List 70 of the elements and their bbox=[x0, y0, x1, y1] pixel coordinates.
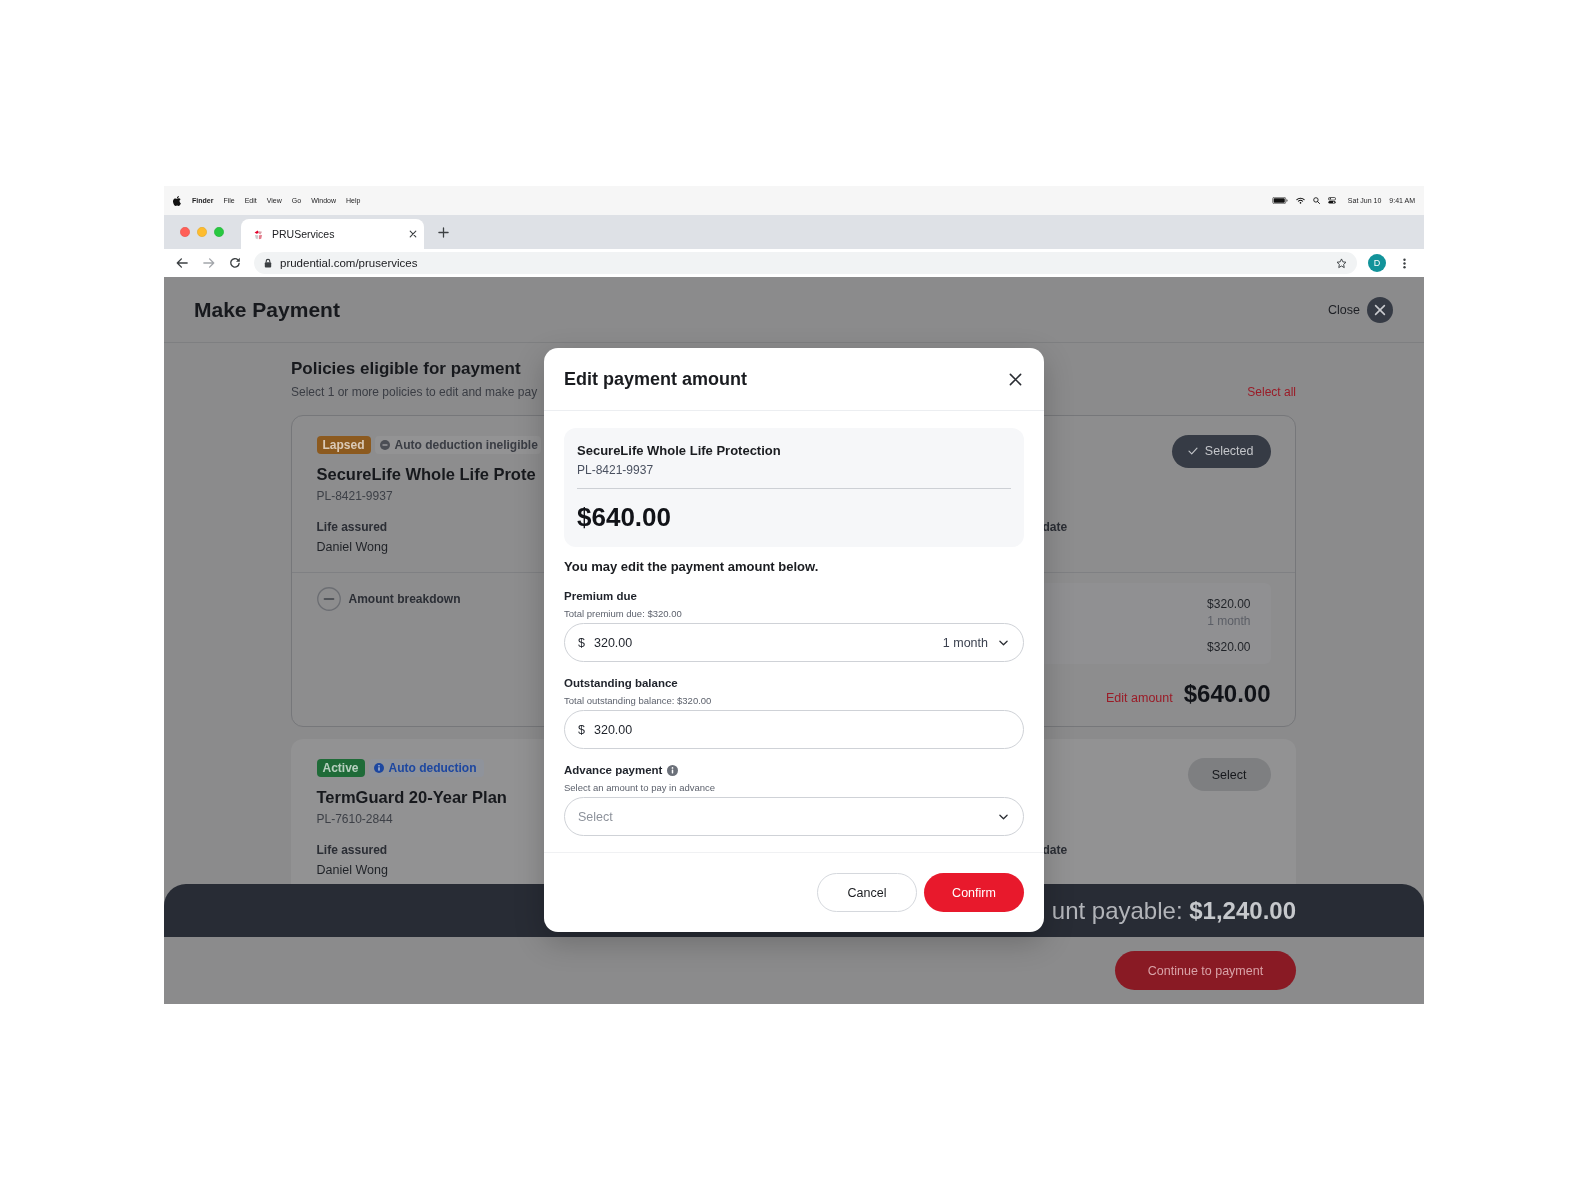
section-subtitle: Select 1 or more policies to edit and make pay bbox=[291, 384, 538, 400]
field-label: date bbox=[1042, 518, 1068, 535]
policy-number: PL-7610-2844 bbox=[316, 811, 393, 827]
search-icon[interactable] bbox=[1312, 197, 1320, 204]
deduction-label: Auto deduction bbox=[388, 761, 477, 775]
field-label: date bbox=[1042, 842, 1068, 858]
field-label: Advance payment bbox=[564, 762, 663, 778]
battery-icon[interactable] bbox=[1271, 197, 1288, 204]
policy-title: TermGuard 20-Year Plan bbox=[316, 787, 507, 808]
back-arrow-icon[interactable] bbox=[176, 257, 188, 269]
amount-input[interactable]: 320.00 bbox=[594, 722, 661, 737]
lock-icon bbox=[264, 258, 272, 268]
apple-icon[interactable] bbox=[173, 195, 181, 206]
field-value: Daniel Wong bbox=[316, 538, 388, 555]
field-label: Outstanding balance bbox=[564, 675, 678, 691]
minus-circle-icon bbox=[379, 439, 390, 450]
close-icon bbox=[1008, 372, 1022, 386]
dropdown-input[interactable]: Select bbox=[578, 809, 645, 824]
plus-icon[interactable] bbox=[438, 226, 449, 238]
breakdown-amount: $320.00 bbox=[1207, 638, 1251, 656]
payment-amount: $640.00 bbox=[577, 502, 671, 532]
policy-total: $640.00 bbox=[1183, 678, 1271, 709]
policy-title: SecureLife Whole Life Protection bbox=[577, 442, 781, 459]
status-badge: Active bbox=[316, 759, 365, 777]
reload-icon[interactable] bbox=[229, 257, 241, 269]
amount-input[interactable]: 320.00 bbox=[594, 635, 661, 650]
favicon-icon bbox=[253, 228, 264, 240]
breakdown-toggle[interactable]: Amount breakdown bbox=[316, 586, 461, 611]
info-icon bbox=[373, 763, 384, 773]
policy-number: PL-8421-9937 bbox=[577, 462, 654, 478]
toggles-icon[interactable] bbox=[1327, 197, 1336, 204]
close-button[interactable]: Close bbox=[1328, 296, 1393, 323]
info-icon[interactable] bbox=[667, 764, 679, 776]
star-icon[interactable] bbox=[1336, 257, 1347, 269]
currency-symbol: $ bbox=[578, 722, 586, 737]
total-payable: unt payable: $1,240.00 bbox=[1051, 896, 1296, 925]
section-title: Policies eligible for payment bbox=[291, 358, 521, 380]
currency-symbol: $ bbox=[578, 635, 586, 650]
close-icon[interactable] bbox=[1367, 296, 1393, 323]
select-button[interactable]: Select bbox=[1187, 758, 1271, 791]
browser-tab[interactable]: PRUServices bbox=[241, 219, 424, 249]
field-value: Daniel Wong bbox=[316, 862, 388, 878]
field-label: Life assured bbox=[316, 842, 388, 858]
page-title: Make Payment bbox=[194, 297, 340, 322]
policy-number: PL-8421-9937 bbox=[316, 487, 393, 504]
field-hint: Total outstanding balance: $320.00 bbox=[564, 693, 712, 707]
deduction-label: Auto deduction ineligible bbox=[394, 437, 538, 452]
chevron-down-icon bbox=[999, 639, 1008, 646]
close-button[interactable] bbox=[1008, 372, 1022, 386]
field-hint: Select an amount to pay in advance bbox=[564, 780, 716, 794]
modal-title: Edit payment amount bbox=[564, 368, 747, 390]
chevron-down-icon bbox=[999, 813, 1008, 820]
check-icon bbox=[1187, 447, 1198, 455]
selected-button[interactable]: Selected bbox=[1171, 434, 1271, 468]
field-label: Premium due bbox=[564, 588, 637, 604]
continue-button[interactable]: Continue to payment bbox=[1115, 951, 1296, 990]
instruction-text: You may edit the payment amount below. bbox=[564, 558, 819, 576]
field-label: Life assured bbox=[316, 518, 388, 535]
cancel-button[interactable]: Cancel bbox=[817, 873, 917, 912]
confirm-button[interactable]: Confirm bbox=[924, 873, 1024, 912]
close-icon[interactable] bbox=[409, 230, 417, 238]
status-badge: Lapsed bbox=[316, 435, 371, 454]
wifi-icon[interactable] bbox=[1295, 197, 1305, 204]
field-hint: Total premium due: $320.00 bbox=[564, 606, 682, 620]
profile-avatar[interactable]: D bbox=[1368, 254, 1386, 272]
address-bar[interactable]: prudential.com/pruservices bbox=[254, 252, 1357, 274]
period-dropdown[interactable]: 1 month bbox=[942, 635, 1008, 650]
menu-icon[interactable] bbox=[1403, 257, 1406, 269]
policy-title: SecureLife Whole Life Prote bbox=[316, 463, 536, 485]
breakdown-amount: $320.00 bbox=[1207, 595, 1251, 613]
